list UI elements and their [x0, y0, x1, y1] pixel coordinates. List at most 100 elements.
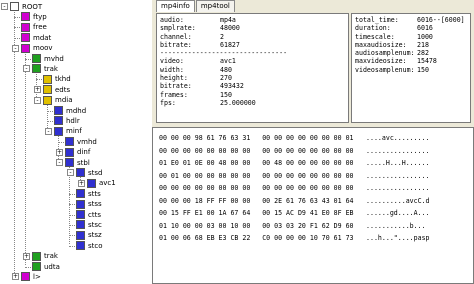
tree-node[interactable]: stss: [76, 199, 102, 210]
tab-mp4info[interactable]: mp4info: [156, 0, 195, 12]
tree-node-label: udta: [44, 262, 60, 271]
hex-bytes: 01 E0 01 0E 00 48 00 00 00 48 00 00 00 0…: [159, 159, 354, 167]
hex-bytes: 01 00 06 68 EB E3 CB 22 C0 00 00 00 10 7…: [159, 234, 354, 242]
info-key: duration:: [355, 24, 391, 33]
collapse-icon[interactable]: -: [12, 44, 19, 52]
hex-view[interactable]: 00 00 00 98 61 76 63 31 00 00 00 00 00 0…: [152, 127, 474, 284]
info-key: total_time:: [355, 16, 399, 24]
hex-ascii: ......gd....A...: [366, 209, 430, 217]
tree-node[interactable]: stsd: [76, 167, 102, 178]
tree-node[interactable]: mdia: [43, 95, 73, 106]
hex-ascii: ....avc.........: [366, 134, 430, 142]
tree-node[interactable]: stts: [76, 188, 101, 199]
tree-connector: [69, 204, 75, 206]
atom-box-icon: [87, 178, 96, 188]
tree-connector: [69, 245, 75, 247]
expand-icon[interactable]: +: [56, 148, 63, 156]
tree-node[interactable]: ROOT: [10, 1, 42, 12]
info-value: 6016: [417, 24, 433, 33]
hex-row: 01 E0 01 0E 00 48 00 00 00 48 00 00 00 0…: [159, 157, 467, 170]
info-value: 150: [220, 90, 232, 99]
tree-node[interactable]: vmhd: [65, 136, 97, 147]
tree-node[interactable]: dinf: [65, 147, 90, 158]
expand-icon[interactable]: +: [34, 86, 41, 94]
tab-bar: mp4info mp4tool: [156, 0, 236, 12]
atom-box-icon: [21, 272, 30, 282]
tree-node[interactable]: moov: [21, 43, 53, 54]
tree-node[interactable]: udta: [32, 261, 60, 272]
tree-connector: [69, 224, 75, 226]
tree-node-label: stco: [88, 241, 103, 250]
expand-icon[interactable]: +: [12, 273, 19, 281]
collapse-icon[interactable]: -: [45, 127, 52, 135]
tree-node[interactable]: trak: [32, 251, 58, 262]
hex-row: 00 00 00 00 00 00 00 00 00 00 00 00 00 0…: [159, 182, 467, 195]
info-value: 218: [417, 40, 429, 49]
tree-connector: [69, 235, 75, 237]
tree-node[interactable]: tkhd: [43, 74, 71, 85]
atom-box-icon: [76, 220, 85, 230]
hex-ascii: ................: [366, 171, 430, 180]
atom-tree[interactable]: ROOT - ftyp free mdat moov - mvhd trak - tkhd edts +…: [0, 0, 150, 284]
info-key: bitrate:: [160, 40, 192, 49]
tree-node[interactable]: stbl: [65, 157, 90, 168]
tree-node[interactable]: hdlr: [54, 115, 80, 126]
atom-box-icon: [32, 54, 41, 63]
info-row: bitrate: 493432: [160, 82, 345, 90]
collapse-icon[interactable]: -: [56, 159, 63, 166]
hex-bytes: 00 01 00 00 00 00 00 00 00 00 00 00 00 0…: [159, 171, 354, 180]
collapse-icon[interactable]: -: [1, 3, 8, 10]
info-row: --------------- -----------------: [160, 49, 345, 57]
atom-box-icon: [76, 210, 85, 219]
info-value: 1000: [417, 32, 433, 41]
tree-node[interactable]: ctts: [76, 209, 101, 220]
tree-node[interactable]: free: [21, 22, 47, 33]
info-key: frames:: [160, 90, 188, 99]
info-row: fps: 25.000000: [160, 99, 345, 107]
tree-node-label: tkhd: [55, 75, 71, 84]
atom-box-icon: [76, 189, 85, 199]
tree-node[interactable]: stsc: [76, 219, 102, 230]
tab-mp4tool[interactable]: mp4tool: [195, 0, 235, 12]
tree-node[interactable]: stsz: [76, 230, 102, 241]
tree-connector: [69, 193, 75, 195]
expand-icon[interactable]: +: [23, 252, 30, 260]
atom-box-icon: [54, 126, 63, 136]
atom-box-icon: [65, 158, 74, 167]
collapse-icon[interactable]: -: [67, 169, 74, 177]
info-value: 61827: [220, 40, 240, 49]
collapse-icon[interactable]: -: [34, 96, 41, 104]
tree-node-label: mdia: [55, 96, 73, 105]
tree-node[interactable]: mdat: [21, 32, 51, 43]
info-key: video:: [160, 57, 184, 66]
atom-box-icon: [21, 12, 30, 22]
tree-node[interactable]: mdhd: [54, 105, 86, 116]
tree-node[interactable]: trak: [32, 63, 58, 74]
hex-bytes: 00 00 00 00 00 00 00 00 00 00 00 00 00 0…: [159, 146, 354, 155]
tree-node-label: minf: [66, 127, 82, 136]
atom-box-icon: [54, 116, 63, 126]
tree-node[interactable]: ftyp: [21, 11, 47, 22]
hex-row: 00 00 00 98 61 76 63 31 00 00 00 00 00 0…: [159, 132, 467, 145]
tree-connector: [14, 37, 20, 39]
tree-node[interactable]: avc1: [87, 178, 116, 189]
atom-box-icon: [32, 262, 41, 271]
hex-ascii: .....H...H......: [366, 159, 430, 167]
tree-node[interactable]: l>: [21, 271, 41, 282]
info-row: bitrate: 61827: [160, 41, 345, 49]
info-value: 25.000000: [220, 98, 256, 107]
expand-icon[interactable]: +: [78, 179, 85, 187]
info-key: height:: [160, 74, 188, 83]
tree-node[interactable]: mvhd: [32, 53, 64, 64]
tree-node[interactable]: edts: [43, 84, 70, 95]
atom-box-icon: [32, 64, 41, 74]
atom-box-icon: [43, 74, 52, 84]
info-row: duration: 6016: [355, 24, 467, 32]
info-row: width: 480: [160, 66, 345, 74]
info-row: total_time: 6016--[6000]: [355, 16, 467, 24]
info-value: -----------------: [219, 49, 288, 58]
tree-node[interactable]: minf: [54, 126, 82, 137]
collapse-icon[interactable]: -: [23, 65, 30, 73]
tree-node[interactable]: stco: [76, 240, 103, 251]
hex-bytes: 01 10 00 00 03 00 10 00 00 03 03 20 F1 6…: [159, 221, 354, 230]
